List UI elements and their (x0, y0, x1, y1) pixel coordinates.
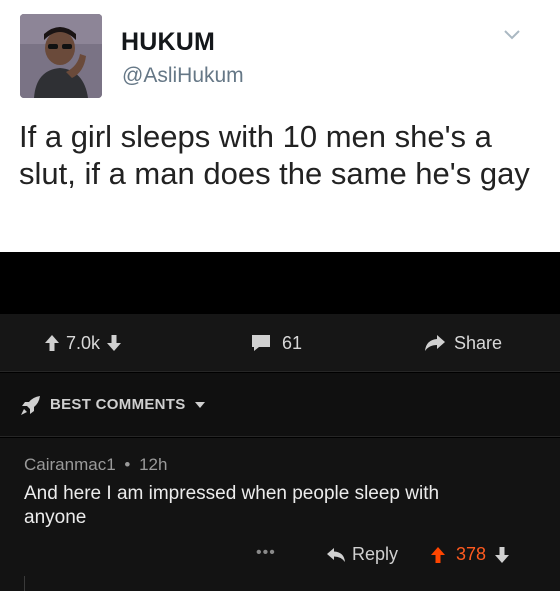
tweet-handle[interactable]: @AsliHukum (122, 64, 244, 88)
thread-line (24, 576, 25, 591)
separator-band (0, 252, 560, 314)
post-vote-control: 7.0k (44, 314, 122, 372)
rocket-icon (21, 395, 40, 415)
comment-author[interactable]: Cairanmac1 (24, 455, 116, 474)
upvote-active-icon[interactable] (430, 546, 446, 564)
comments-button[interactable]: 61 (250, 314, 302, 372)
post-action-bar: 7.0k 61 Share (0, 314, 560, 372)
comment-action-bar: ••• Reply 378 (0, 538, 560, 572)
caret-down-icon (194, 401, 205, 408)
comment-bubble-icon (252, 335, 270, 351)
share-button[interactable]: Share (424, 314, 502, 372)
chevron-down-icon[interactable] (503, 28, 521, 42)
avatar-photo (20, 14, 102, 98)
post-score: 7.0k (66, 332, 101, 353)
tweet-display-name[interactable]: HUKUM (121, 28, 215, 57)
comment-count: 61 (282, 332, 303, 353)
tweet-card: HUKUM @AsliHukum If a girl sleeps with 1… (0, 0, 560, 252)
share-arrow-icon (425, 335, 445, 351)
downvote-icon[interactable] (106, 334, 122, 352)
avatar[interactable] (20, 14, 102, 98)
reply-button[interactable]: Reply (326, 544, 398, 565)
comment-meta: Cairanmac1 • 12h (24, 455, 167, 475)
upvote-icon[interactable] (44, 334, 60, 352)
comment-age: 12h (139, 455, 168, 474)
sort-label: BEST COMMENTS (50, 396, 186, 413)
meta-separator: • (124, 455, 131, 474)
comment-sort-selector[interactable]: BEST COMMENTS (0, 373, 560, 437)
reply-arrow-icon (327, 547, 345, 562)
reply-label: Reply (352, 544, 399, 564)
tweet-text: If a girl sleeps with 10 men she's a slu… (19, 119, 530, 191)
comment: Cairanmac1 • 12h And here I am impressed… (0, 438, 560, 591)
downvote-icon[interactable] (494, 546, 510, 564)
share-label: Share (454, 332, 503, 353)
comment-vote-control: 378 (430, 544, 510, 565)
more-options-button[interactable]: ••• (256, 544, 276, 562)
comment-body: And here I am impressed when people slee… (24, 483, 440, 528)
comment-score: 378 (456, 544, 487, 564)
